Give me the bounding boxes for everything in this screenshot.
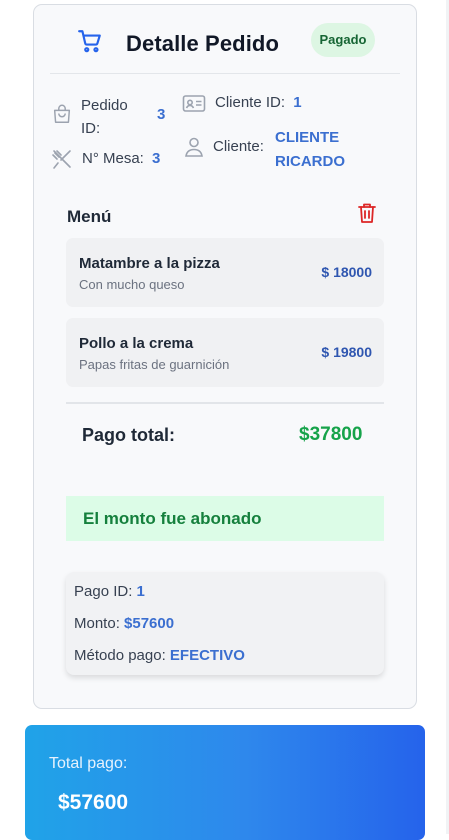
menu-item: Pollo a la crema Papas fritas de guarnic… bbox=[66, 318, 384, 387]
table-number: N° Mesa: 3 bbox=[82, 150, 160, 167]
client-label: Cliente: bbox=[213, 138, 264, 155]
menu-item-description: Papas fritas de guarnición bbox=[79, 357, 230, 372]
client-name-line1: CLIENTE bbox=[275, 129, 340, 146]
menu-divider bbox=[66, 402, 384, 404]
menu-item: Matambre a la pizza Con mucho queso $ 18… bbox=[66, 238, 384, 307]
menu-item-price: $ 19800 bbox=[321, 344, 372, 360]
status-badge: Pagado bbox=[311, 23, 375, 57]
menu-item-name: Pollo a la crema bbox=[79, 335, 194, 352]
payment-id-label: Pago ID: bbox=[74, 583, 133, 600]
client-id-label: Cliente ID: bbox=[215, 94, 286, 111]
bag-icon bbox=[53, 104, 71, 123]
order-id-label-line1: Pedido bbox=[81, 97, 128, 114]
menu-title: Menú bbox=[67, 207, 112, 226]
total-value: $37800 bbox=[299, 424, 363, 445]
payment-method: Método pago: EFECTIVO bbox=[74, 647, 245, 664]
id-card-icon bbox=[182, 95, 206, 112]
order-id-value: 3 bbox=[157, 106, 166, 123]
order-detail-card: Detalle Pedido Pagado Pedido ID: 3 N° Me… bbox=[33, 4, 417, 709]
payment-id: Pago ID: 1 bbox=[74, 583, 145, 600]
client-name-line2: RICARDO bbox=[275, 153, 345, 170]
payment-amount: Monto: $57600 bbox=[74, 615, 174, 632]
summary-amount: $57600 bbox=[58, 791, 129, 814]
payment-method-value: EFECTIVO bbox=[169, 647, 245, 664]
payment-amount-value: $57600 bbox=[124, 615, 175, 632]
menu-item-name: Matambre a la pizza bbox=[79, 255, 220, 272]
payment-id-value: 1 bbox=[136, 583, 145, 600]
order-id-label-line2: ID: bbox=[81, 120, 101, 137]
menu-item-description: Con mucho queso bbox=[79, 277, 185, 292]
header-divider bbox=[50, 73, 400, 74]
payment-summary-card: Total pago: $57600 bbox=[25, 725, 425, 840]
order-id-label: Pedido ID: bbox=[81, 94, 128, 140]
payment-card: Pago ID: 1 Monto: $57600 Método pago: EF… bbox=[66, 572, 384, 675]
cart-icon bbox=[78, 30, 101, 53]
utensils-icon bbox=[52, 150, 71, 169]
client-id-value: 1 bbox=[293, 94, 302, 111]
total-label: Pago total: bbox=[82, 425, 175, 445]
client-id: Cliente ID: 1 bbox=[215, 94, 302, 111]
user-icon bbox=[185, 137, 203, 157]
order-header: Detalle Pedido Pagado bbox=[34, 5, 416, 74]
paid-message: El monto fue abonado bbox=[66, 496, 384, 541]
summary-label: Total pago: bbox=[49, 755, 128, 772]
table-number-value: 3 bbox=[152, 150, 161, 167]
payment-method-label: Método pago: bbox=[74, 647, 166, 664]
table-number-label: N° Mesa: bbox=[82, 150, 144, 167]
page-title: Detalle Pedido bbox=[126, 31, 279, 56]
payment-amount-label: Monto: bbox=[74, 615, 120, 632]
menu-item-price: $ 18000 bbox=[321, 264, 372, 280]
client-name: CLIENTE RICARDO bbox=[275, 126, 345, 174]
trash-icon[interactable] bbox=[357, 202, 377, 224]
